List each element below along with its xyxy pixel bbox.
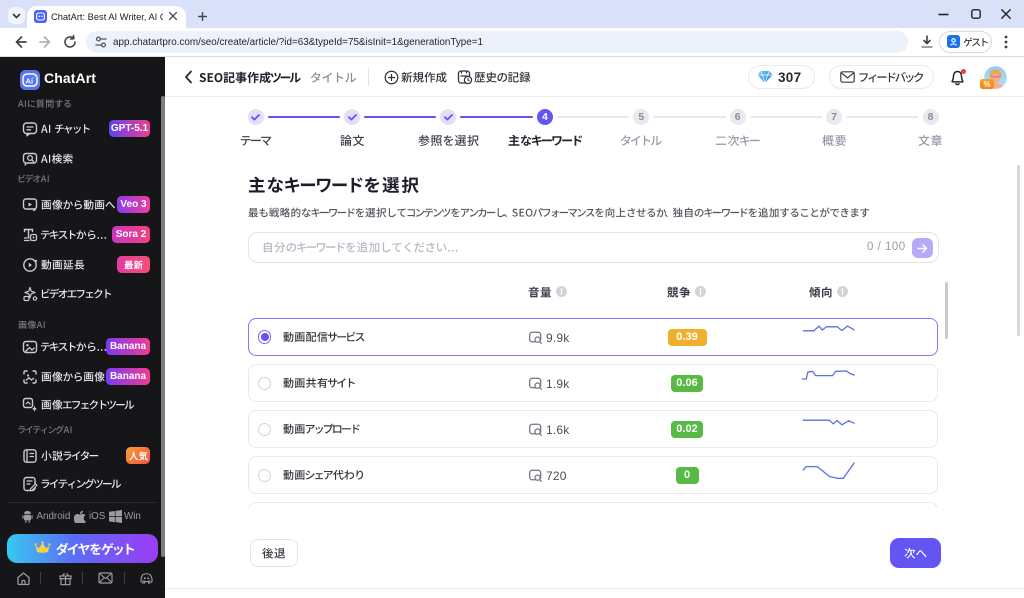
svg-text:Ai: Ai xyxy=(26,77,34,86)
